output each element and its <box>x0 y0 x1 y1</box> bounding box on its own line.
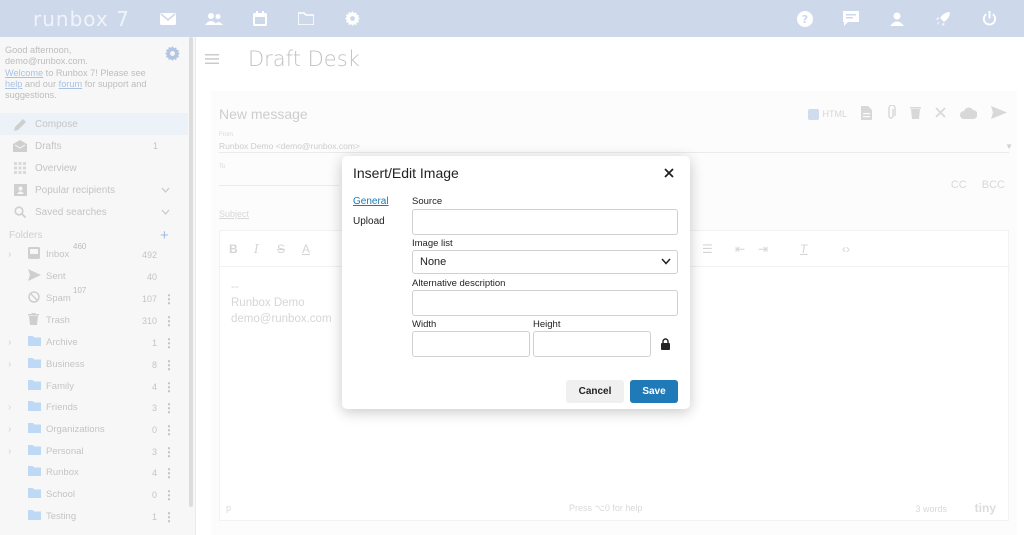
dialog-title: Insert/Edit Image <box>353 165 459 181</box>
height-label: Height <box>533 319 561 330</box>
source-label: Source <box>412 196 443 207</box>
lock-icon[interactable] <box>661 338 670 353</box>
tab-upload[interactable]: Upload <box>353 216 385 227</box>
source-input[interactable] <box>412 209 678 235</box>
width-label: Width <box>412 319 437 330</box>
image-list-label: Image list <box>412 238 453 249</box>
insert-image-dialog: Insert/Edit Image General Upload Source … <box>342 156 690 409</box>
cancel-button[interactable]: Cancel <box>566 380 624 403</box>
image-list-value: None <box>420 256 447 268</box>
tab-general[interactable]: General <box>353 196 389 207</box>
height-input[interactable] <box>533 331 651 357</box>
alt-input[interactable] <box>412 290 678 316</box>
alt-label: Alternative description <box>412 278 506 289</box>
chevron-down-icon <box>661 256 671 268</box>
image-list-select[interactable]: None <box>412 250 678 274</box>
close-icon[interactable] <box>664 165 674 182</box>
width-input[interactable] <box>412 331 530 357</box>
save-button[interactable]: Save <box>630 380 678 403</box>
